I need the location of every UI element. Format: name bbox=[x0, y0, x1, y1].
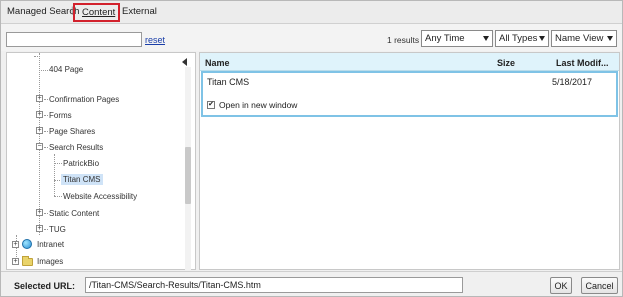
tree-connector bbox=[54, 180, 60, 181]
search-input[interactable] bbox=[6, 32, 142, 47]
expand-icon[interactable]: + bbox=[12, 241, 19, 248]
tree-item-tug[interactable]: TUG bbox=[49, 224, 66, 235]
collapse-panel-icon[interactable] bbox=[182, 58, 187, 66]
tree-connector bbox=[44, 147, 48, 148]
collapse-icon[interactable]: − bbox=[36, 143, 43, 150]
reset-link[interactable]: reset bbox=[145, 35, 165, 45]
globe-icon bbox=[22, 239, 32, 249]
folder-icon bbox=[22, 256, 33, 266]
tree-item-search-results[interactable]: Search Results bbox=[49, 142, 103, 153]
tab-managed-search[interactable]: Managed Search bbox=[7, 6, 79, 17]
result-modified-date: 5/18/2017 bbox=[552, 77, 593, 87]
tree-item-confirmation-pages[interactable]: Confirmation Pages bbox=[49, 94, 119, 105]
tree-connector bbox=[54, 163, 62, 164]
tree-connector bbox=[34, 56, 38, 57]
column-header-last-modified[interactable]: Last Modif... bbox=[556, 58, 609, 68]
selected-url-label: Selected URL: bbox=[14, 281, 76, 291]
selected-url-field[interactable] bbox=[85, 277, 463, 293]
tree-item-patrickbio[interactable]: PatrickBio bbox=[63, 158, 99, 169]
column-header-name[interactable]: Name bbox=[205, 58, 230, 68]
time-filter-select[interactable]: Any Time bbox=[421, 30, 493, 47]
open-new-window-checkbox[interactable]: ✔ bbox=[207, 101, 215, 109]
type-filter-select[interactable]: All Types bbox=[495, 30, 549, 47]
results-count: 1 results bbox=[387, 35, 420, 45]
tree-connector bbox=[44, 131, 48, 132]
tab-bar: Managed Search | Content External bbox=[1, 1, 622, 23]
results-panel: Name Size Last Modif... Titan CMS 5/18/2… bbox=[199, 52, 620, 270]
expand-icon[interactable]: + bbox=[12, 258, 19, 265]
result-row[interactable]: Titan CMS 5/18/2017 ✔ Open in new window bbox=[201, 71, 618, 117]
site-tree: 404 Page + Confirmation Pages + Forms + … bbox=[6, 52, 196, 270]
expand-icon[interactable]: + bbox=[36, 127, 43, 134]
tree-item-404-page[interactable]: 404 Page bbox=[49, 64, 83, 75]
open-new-window-label: Open in new window bbox=[219, 100, 298, 110]
type-filter-value: All Types bbox=[499, 33, 538, 44]
result-name: Titan CMS bbox=[207, 77, 250, 87]
link-picker-dialog: Managed Search | Content External reset … bbox=[0, 0, 623, 297]
results-header: Name Size Last Modif... bbox=[200, 53, 619, 71]
tree-connector bbox=[54, 154, 55, 196]
expand-icon[interactable]: + bbox=[36, 225, 43, 232]
chevron-down-icon bbox=[607, 36, 613, 41]
tree-item-website-accessibility[interactable]: Website Accessibility bbox=[63, 191, 137, 202]
tree-connector bbox=[44, 229, 48, 230]
column-header-size[interactable]: Size bbox=[497, 58, 515, 68]
tree-connector bbox=[44, 115, 48, 116]
cancel-button[interactable]: Cancel bbox=[581, 277, 618, 294]
tree-item-titan-cms[interactable]: Titan CMS bbox=[61, 174, 103, 185]
chevron-down-icon bbox=[539, 36, 545, 41]
tree-item-forms[interactable]: Forms bbox=[49, 110, 72, 121]
tree-connector bbox=[44, 99, 48, 100]
tree-item-intranet[interactable]: Intranet bbox=[37, 239, 64, 250]
tab-external[interactable]: External bbox=[122, 6, 157, 17]
tree-connector bbox=[39, 70, 48, 71]
scrollbar-thumb[interactable] bbox=[185, 147, 191, 204]
tree-connector bbox=[44, 213, 48, 214]
expand-icon[interactable]: + bbox=[36, 95, 43, 102]
time-filter-value: Any Time bbox=[425, 33, 465, 44]
toolbar: reset 1 results Any Time All Types Name … bbox=[1, 23, 622, 51]
expand-icon[interactable]: + bbox=[36, 111, 43, 118]
tree-connector bbox=[54, 196, 62, 197]
bottom-bar: Selected URL: OK Cancel bbox=[1, 271, 622, 296]
expand-icon[interactable]: + bbox=[36, 209, 43, 216]
tree-item-page-shares[interactable]: Page Shares bbox=[49, 126, 95, 137]
tree-item-static-content[interactable]: Static Content bbox=[49, 208, 99, 219]
tree-scrollbar[interactable] bbox=[185, 67, 191, 270]
view-mode-value: Name View bbox=[555, 33, 604, 44]
tree-item-images[interactable]: Images bbox=[37, 256, 63, 267]
ok-button[interactable]: OK bbox=[550, 277, 572, 294]
chevron-down-icon bbox=[483, 36, 489, 41]
tab-content[interactable]: Content bbox=[73, 3, 120, 22]
view-mode-select[interactable]: Name View bbox=[551, 30, 617, 47]
